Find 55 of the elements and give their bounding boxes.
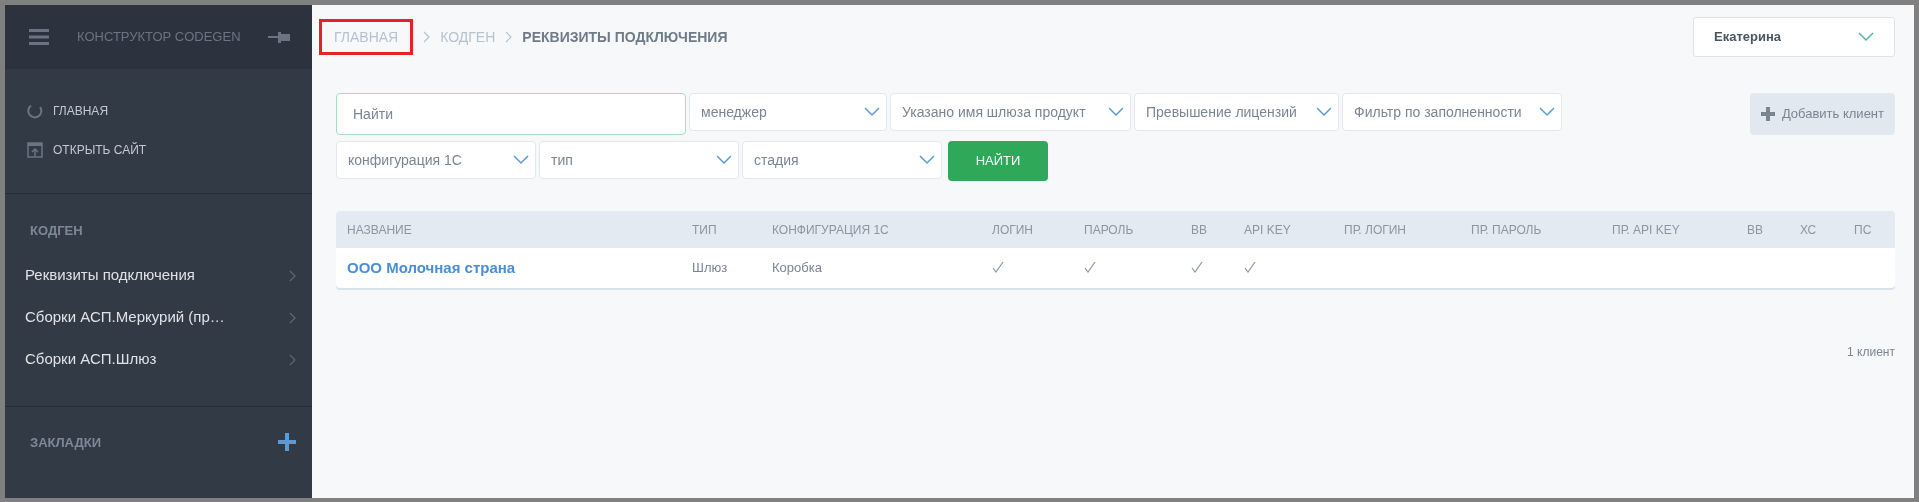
filter-dropdown[interactable]: менеджер — [689, 93, 887, 131]
filter-dropdown[interactable]: конфигурация 1С — [336, 141, 536, 179]
add-client-button[interactable]: Добавить клиент — [1749, 93, 1895, 135]
column-header: ПР. ЛОГИН — [1344, 221, 1408, 239]
column-header: ПР. API KEY — [1612, 221, 1681, 239]
column-header: ПАРОЛЬ — [1084, 221, 1135, 239]
column-header: НАЗВАНИЕ — [347, 221, 413, 239]
search-field[interactable]: Найти — [336, 93, 686, 135]
column-header: ТИП — [692, 221, 718, 239]
column-header: ПР. ПАРОЛЬ — [1471, 221, 1543, 239]
section-heading: КОДГЕН — [30, 222, 84, 240]
nav-link[interactable]: ГЛАВНАЯ — [27, 102, 109, 120]
filter-dropdown[interactable]: стадия — [742, 141, 942, 179]
upload-window-icon — [27, 142, 43, 158]
section-heading: ЗАКЛАДКИ — [30, 433, 101, 452]
sidebar-item[interactable]: Сборки АСП.Шлюз — [5, 338, 312, 381]
chevron-down-icon — [1316, 107, 1332, 117]
filter-dropdown[interactable]: Указано имя шлюза продукт — [890, 93, 1131, 131]
chevron-right-icon — [289, 311, 296, 324]
column-header: ПС — [1854, 221, 1873, 239]
chevron-down-icon — [864, 107, 880, 117]
chevron-right-icon — [505, 31, 513, 43]
add-icon[interactable] — [278, 433, 296, 452]
table-cell-text: Коробка — [772, 259, 823, 278]
chevron-down-icon — [1108, 107, 1124, 117]
filter-dropdown[interactable]: Превышение лицензий — [1134, 93, 1339, 131]
filter-dropdown[interactable]: Фильтр по заполненности — [1342, 93, 1562, 131]
plus-icon — [1760, 107, 1775, 121]
refresh-icon — [27, 103, 43, 119]
find-button[interactable]: НАЙТИ — [948, 141, 1048, 181]
column-header: ЛОГИН — [992, 221, 1034, 239]
column-header: ВВ — [1747, 221, 1764, 239]
pin-icon[interactable] — [268, 29, 292, 45]
sidebar-item[interactable]: Реквизиты подключения — [5, 254, 312, 297]
chevron-down-icon — [513, 155, 529, 165]
sidebar-item[interactable]: Сборки АСП.Меркурий (пр… — [5, 296, 312, 339]
chevron-right-icon — [289, 269, 296, 282]
chevron-down-icon — [716, 155, 732, 165]
filter-dropdown[interactable]: тип — [539, 141, 739, 179]
user-dropdown[interactable]: Екатерина — [1693, 17, 1895, 57]
client-link[interactable]: ООО Молочная страна — [347, 256, 516, 280]
menu-icon[interactable] — [29, 29, 49, 45]
column-header: API KEY — [1244, 221, 1292, 239]
chevron-down-icon — [1539, 107, 1555, 117]
chevron-right-icon — [289, 353, 296, 366]
table-cell-text: Шлюз — [692, 259, 729, 278]
chevron-down-icon — [1858, 32, 1874, 42]
nav-link[interactable]: ОТКРЫТЬ САЙТ — [27, 141, 147, 159]
column-header: ВВ — [1191, 221, 1208, 239]
chevron-down-icon — [919, 155, 935, 165]
column-header: ХС — [1800, 221, 1818, 239]
app-title: КОНСТРУКТОР CODEGEN — [77, 28, 241, 47]
column-header: КОНФИГУРАЦИЯ 1С — [772, 221, 890, 239]
client-count: 1 клиент — [1847, 344, 1895, 361]
chevron-right-icon — [423, 31, 431, 43]
